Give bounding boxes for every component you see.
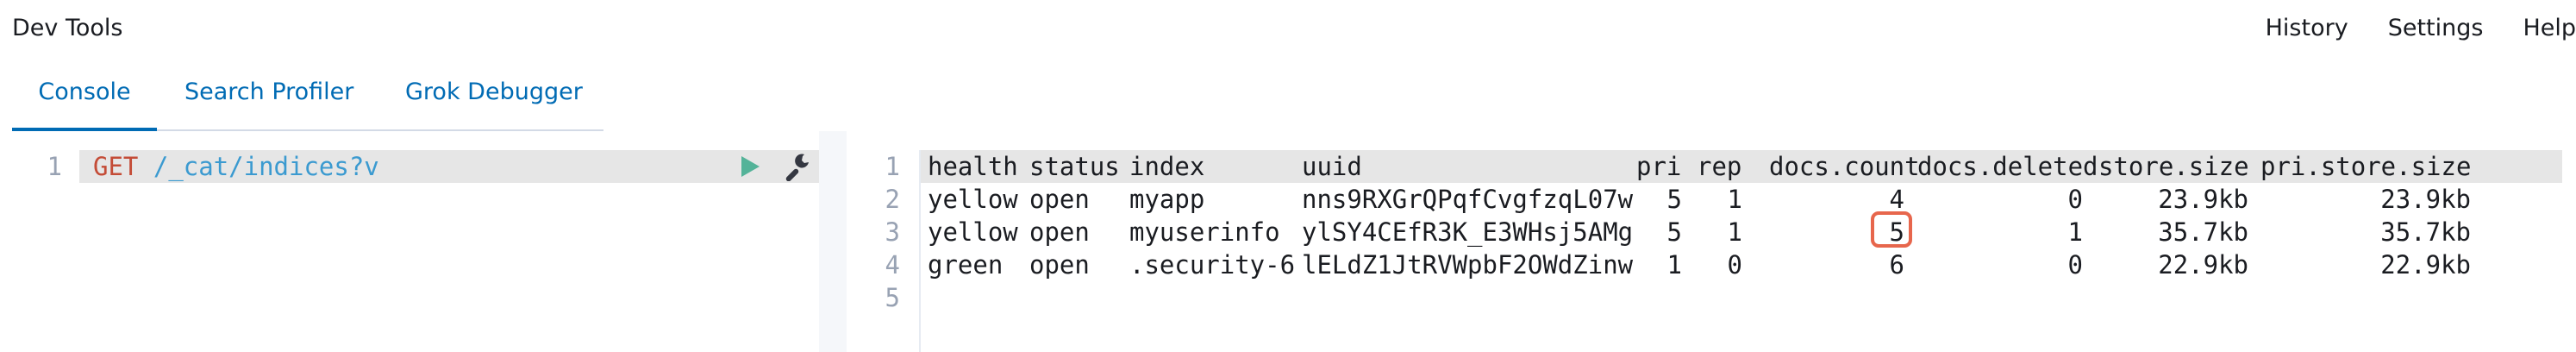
history-link[interactable]: History — [2266, 14, 2348, 43]
tab-console[interactable]: Console — [12, 67, 157, 131]
wrench-icon[interactable] — [781, 152, 810, 182]
table-cell: myuserinfo — [1129, 217, 1280, 247]
help-link[interactable]: Help — [2523, 14, 2576, 43]
column-header: health — [928, 152, 1018, 181]
table-cell: 1 — [1727, 217, 1742, 247]
tab-grok-debugger[interactable]: Grok Debugger — [405, 67, 583, 131]
table-cell: green — [928, 250, 1004, 280]
top-bar: Dev Tools History Settings Help — [0, 0, 2576, 57]
column-header: docs.deleted — [1917, 152, 2098, 181]
response-gutter: 1 2 3 4 5 — [847, 150, 921, 352]
response-output[interactable]: 1 2 3 4 5 health status index uuid pri r… — [847, 150, 2576, 352]
table-cell: 1 — [1666, 250, 1682, 280]
line-number: 1 — [885, 152, 900, 181]
column-header: pri — [1636, 152, 1682, 181]
table-cell: yellow — [928, 217, 1018, 247]
table-cell: 6 — [1889, 250, 1904, 280]
line-number: 4 — [885, 250, 900, 280]
column-header: store.size — [2098, 152, 2249, 181]
app-title: Dev Tools — [12, 15, 123, 41]
line-number: 2 — [885, 185, 900, 214]
column-header: index — [1129, 152, 1205, 181]
request-editor[interactable]: 1 GET /_cat/indices?v — [10, 150, 819, 352]
top-nav: History Settings Help — [2226, 14, 2576, 43]
table-cell: 0 — [1727, 250, 1742, 280]
table-cell: 23.9kb — [2380, 185, 2471, 214]
table-cell: 22.9kb — [2380, 250, 2471, 280]
table-cell: 0 — [2067, 250, 2083, 280]
settings-link[interactable]: Settings — [2388, 14, 2484, 43]
table-cell: nns9RXGrQPqfCvgfzqL07w — [1302, 185, 1634, 214]
table-cell: 22.9kb — [2158, 250, 2248, 280]
line-number: 3 — [885, 217, 900, 247]
request-line[interactable]: GET /_cat/indices?v — [93, 150, 379, 183]
table-cell: 5 — [1666, 185, 1682, 214]
table-cell: open — [1029, 250, 1090, 280]
table-cell: 0 — [2067, 185, 2083, 214]
dev-tools-page: Dev Tools History Settings Help Console … — [0, 0, 2576, 352]
table-cell: 35.7kb — [2380, 217, 2471, 247]
request-gutter: 1 — [10, 150, 79, 352]
table-cell: yellow — [928, 185, 1018, 214]
play-icon[interactable] — [736, 154, 762, 179]
column-header: rep — [1697, 152, 1742, 181]
table-cell: myapp — [1129, 185, 1205, 214]
column-header: docs.count — [1769, 152, 1920, 181]
line-number: 5 — [885, 283, 900, 312]
pane-resize-handle[interactable] — [819, 131, 847, 352]
table-cell: open — [1029, 185, 1090, 214]
tab-search-profiler[interactable]: Search Profiler — [184, 67, 353, 131]
table-cell: 4 — [1889, 185, 1904, 214]
table-cell: ylSY4CEfR3K_E3WHsj5AMg — [1302, 217, 1634, 247]
table-cell: lELdZ1JtRVWpbF2OWdZinw — [1302, 250, 1634, 280]
table-cell: .security-6 — [1129, 250, 1296, 280]
highlighted-docs-count-cell: 5 — [1889, 217, 1904, 247]
table-cell: 23.9kb — [2158, 185, 2248, 214]
table-cell: 1 — [1727, 185, 1742, 214]
column-header: pri.store.size — [2260, 152, 2472, 181]
table-cell: open — [1029, 217, 1090, 247]
http-method: GET — [93, 152, 139, 181]
table-cell: 1 — [2067, 217, 2083, 247]
table-cell: 5 — [1666, 217, 1682, 247]
column-header: status — [1029, 152, 1120, 181]
request-path: /_cat/indices?v — [153, 152, 379, 181]
table-cell: 35.7kb — [2158, 217, 2248, 247]
column-header: uuid — [1302, 152, 1362, 181]
line-number: 1 — [47, 152, 62, 181]
tab-bar: Console Search Profiler Grok Debugger — [12, 67, 603, 131]
